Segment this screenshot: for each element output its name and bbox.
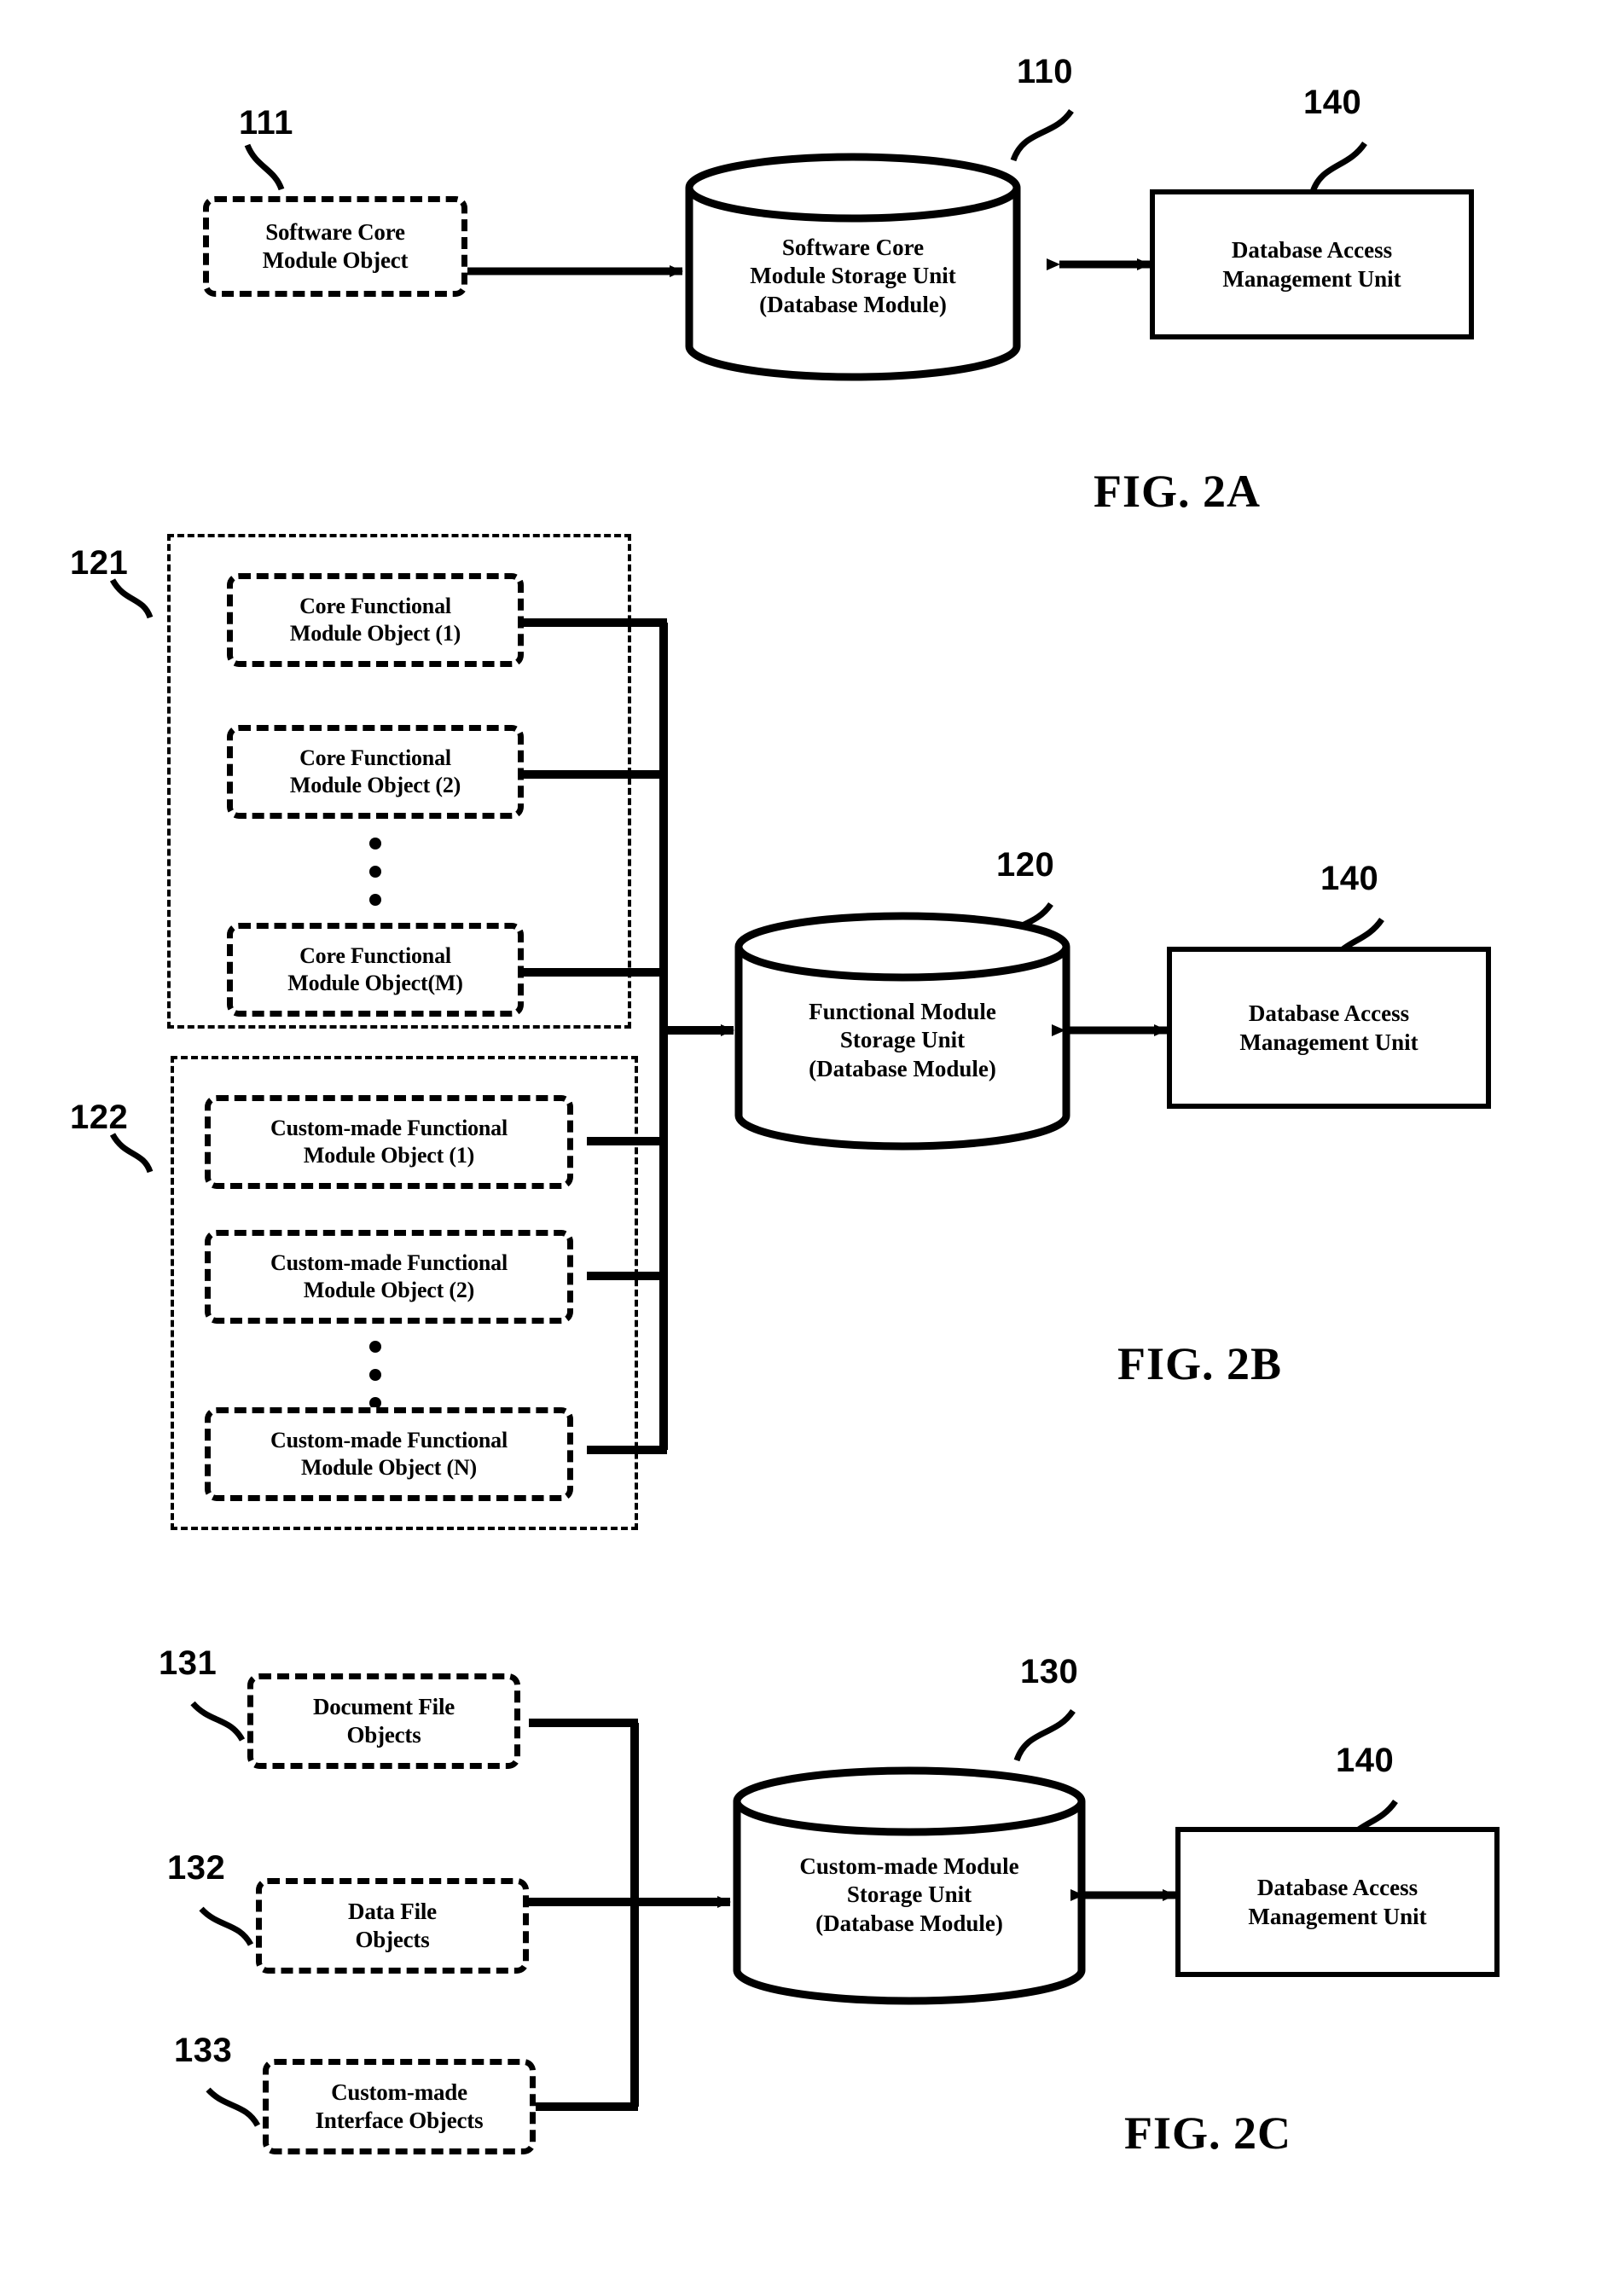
label-line-2: Interface Objects [315,2108,484,2133]
label-line-2: Objects [355,1927,430,1952]
label-line-1: Custom-made Functional [270,1428,508,1453]
label-line-2: Module Object (1) [303,1143,475,1168]
label-line-2: Management Unit [1248,1904,1427,1929]
core-object-2-label: Core Functional Module Object (2) [290,745,461,798]
figure-caption-2c: FIG. 2C [1124,2108,1291,2159]
lead-line-111 [244,143,285,191]
ref-140-c: 140 [1336,1742,1395,1779]
database-access-management-unit-a[interactable]: Database Access Management Unit [1150,189,1474,339]
core-object-m-label: Core Functional Module Object(M) [287,942,463,996]
core-object-1-label: Core Functional Module Object (1) [290,593,461,646]
lead-line-140-a [1308,141,1367,196]
data-file-objects[interactable]: Data File Objects [256,1878,529,1974]
core-functional-module-object-1[interactable]: Core Functional Module Object (1) [227,573,524,667]
functional-module-storage-unit[interactable]: Functional Module Storage Unit (Database… [732,911,1073,1151]
lead-line-132 [199,1906,254,1946]
label-line-1: Functional Module [809,999,996,1024]
core-group-vertical-ellipsis-icon [368,838,382,906]
software-core-module-storage-unit[interactable]: Software Core Module Storage Unit (Datab… [682,152,1024,382]
ref-110: 110 [1017,53,1074,90]
access-unit-label: Database Access Management Unit [1239,999,1418,1057]
label-line-1: Custom-made Functional [270,1116,508,1141]
custom-object-2-label: Custom-made Functional Module Object (2) [270,1249,508,1303]
label-line-1: Database Access [1256,1874,1418,1900]
ref-131: 131 [159,1644,218,1682]
label-line-1: Database Access [1231,236,1393,263]
ref-140-b: 140 [1320,860,1379,897]
label-line-2: Module Object [262,247,409,273]
patent-figure-sheet: 111 Software Core Module Object 110 Soft… [0,0,1607,2296]
figure-caption-2a: FIG. 2A [1094,466,1261,517]
fig2c-bus [529,1719,731,2111]
label-line-2: Objects [346,1722,421,1748]
label-line-2: Module Object (1) [289,621,461,646]
custom-made-functional-module-object-1[interactable]: Custom-made Functional Module Object (1) [205,1095,573,1189]
ref-122: 122 [70,1099,129,1136]
ref-140-a: 140 [1303,84,1362,121]
label-line-2: Module Object(M) [287,971,463,995]
label-line-3: (Database Module) [809,1055,996,1081]
label-line-2: Module Object (2) [289,773,461,797]
label-line-1: Software Core [781,235,925,260]
ref-133: 133 [174,2032,233,2069]
document-file-objects[interactable]: Document File Objects [247,1673,520,1769]
lead-line-121 [109,578,154,619]
label-line-1: Document File [312,1694,455,1720]
custom-made-interface-objects-label: Custom-made Interface Objects [316,2079,484,2135]
custom-object-1-label: Custom-made Functional Module Object (1) [270,1115,508,1168]
core-functional-module-object-2[interactable]: Core Functional Module Object (2) [227,725,524,819]
ref-111: 111 [239,104,293,142]
label-line-2: Module Object (N) [301,1455,477,1480]
label-line-2: Storage Unit [839,1027,966,1053]
storage-unit-label: Software Core Module Storage Unit (Datab… [682,234,1024,319]
access-unit-label: Database Access Management Unit [1222,235,1401,293]
ref-130: 130 [1020,1653,1079,1690]
access-unit-label: Database Access Management Unit [1248,1873,1426,1931]
database-access-management-unit-c[interactable]: Database Access Management Unit [1175,1827,1500,1977]
label-line-3: (Database Module) [759,291,947,317]
data-file-objects-label: Data File Objects [348,1898,437,1954]
ref-120: 120 [996,846,1055,884]
label-line-1: Software Core [265,219,405,246]
label-line-1: Custom-made Functional [270,1250,508,1276]
label-line-1: Core Functional [299,943,451,969]
label-line-2: Management Unit [1222,266,1401,292]
label-line-1: Core Functional [299,745,451,771]
custom-group-vertical-ellipsis-icon [368,1341,382,1409]
custom-made-functional-module-object-n[interactable]: Custom-made Functional Module Object (N) [205,1407,573,1501]
label-line-2: Module Object (2) [303,1278,475,1302]
document-file-objects-label: Document File Objects [313,1693,455,1749]
label-line-1: Core Functional [299,594,451,619]
core-functional-module-object-m[interactable]: Core Functional Module Object(M) [227,923,524,1017]
label-line-1: Data File [348,1899,437,1925]
ref-121: 121 [70,544,129,582]
ref-132: 132 [167,1849,226,1887]
custom-object-n-label: Custom-made Functional Module Object (N) [270,1427,508,1481]
lead-line-130 [1013,1708,1076,1762]
lead-line-131 [190,1701,246,1742]
custom-made-interface-objects[interactable]: Custom-made Interface Objects [263,2059,536,2154]
storage-unit-label: Functional Module Storage Unit (Database… [732,998,1073,1083]
software-core-module-object[interactable]: Software Core Module Object [203,196,467,297]
custom-made-module-storage-unit[interactable]: Custom-made Module Storage Unit (Databas… [730,1765,1088,2006]
label-line-1: Custom-made Module [799,1853,1019,1879]
software-core-module-object-label: Software Core Module Object [263,218,409,275]
storage-unit-label: Custom-made Module Storage Unit (Databas… [730,1852,1088,1938]
database-access-management-unit-b[interactable]: Database Access Management Unit [1167,947,1491,1109]
label-line-2: Storage Unit [846,1881,972,1908]
label-line-2: Module Storage Unit [750,263,956,289]
label-line-2: Management Unit [1239,1029,1418,1055]
label-line-3: (Database Module) [815,1910,1003,1936]
label-line-1: Database Access [1248,1000,1410,1026]
lead-line-133 [206,2087,261,2127]
lead-line-122 [109,1133,154,1174]
custom-made-functional-module-object-2[interactable]: Custom-made Functional Module Object (2) [205,1230,573,1324]
label-line-1: Custom-made [331,2079,467,2106]
figure-caption-2b: FIG. 2B [1117,1338,1283,1389]
